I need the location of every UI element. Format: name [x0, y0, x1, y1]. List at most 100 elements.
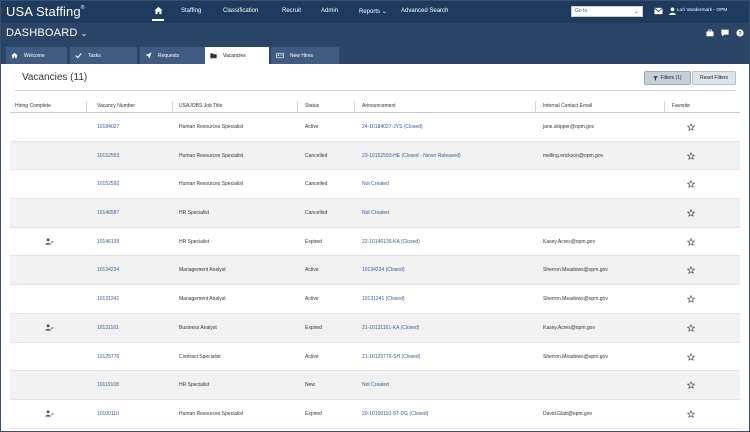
- brand-logo[interactable]: USA Staffing®: [6, 4, 84, 19]
- home-icon: [11, 52, 18, 59]
- star-icon[interactable]: [687, 209, 695, 217]
- status-cell: Active: [305, 296, 319, 303]
- star-icon[interactable]: [687, 266, 695, 275]
- vacancy-number-link[interactable]: 10184027: [97, 124, 119, 130]
- announcement-link[interactable]: 21-10125776-SH (Closed): [362, 354, 420, 360]
- nav-advanced-search[interactable]: Advanced Search: [401, 8, 448, 14]
- help-icon[interactable]: ?: [736, 29, 744, 37]
- tab-tasks[interactable]: Tasks: [70, 47, 137, 64]
- job-title-cell: HR Specialist: [179, 382, 210, 389]
- user-icon[interactable]: [668, 7, 677, 15]
- column-header-status[interactable]: Status: [305, 103, 319, 109]
- dashboard-title[interactable]: DASHBOARD ⌄: [6, 27, 88, 39]
- hired-person-icon: [45, 324, 54, 331]
- hired-person-icon: [45, 410, 54, 417]
- status-cell: Cancelled: [305, 152, 328, 159]
- vacancy-number-link[interactable]: 10152592: [97, 181, 119, 187]
- star-icon[interactable]: [687, 352, 695, 361]
- vacancy-number-link[interactable]: 10131161: [97, 325, 119, 331]
- column-divider: [354, 101, 355, 113]
- contact-email-cell: melling.erickson@opm.gov: [543, 152, 604, 159]
- reset-filters-button[interactable]: Reset Filters: [692, 71, 736, 85]
- vacancy-number-link[interactable]: 10146587: [97, 210, 119, 216]
- table-row: 10100110 Human Resources Specialist Expire…: [10, 400, 740, 429]
- nav-reports[interactable]: Reports ⌄: [359, 8, 387, 15]
- column-header-favorite[interactable]: Favorite: [672, 103, 690, 109]
- send-icon: [145, 52, 152, 59]
- status-cell: Expired: [305, 324, 322, 331]
- tab-new-hires[interactable]: New Hires: [271, 47, 339, 64]
- column-divider: [664, 101, 665, 113]
- status-cell: Active: [305, 353, 319, 360]
- star-icon[interactable]: [687, 381, 695, 390]
- vacancy-number-link[interactable]: 10134234: [97, 267, 119, 273]
- divider: [15, 90, 736, 91]
- page-title: Vacancies (11): [22, 72, 88, 83]
- nav-classification[interactable]: Classification: [223, 8, 258, 14]
- home-icon[interactable]: [154, 6, 163, 15]
- nav-admin[interactable]: Admin: [321, 8, 338, 14]
- nav-staffing[interactable]: Staffing: [181, 8, 201, 14]
- vacancy-number-link[interactable]: 10125776: [97, 354, 119, 360]
- tab-vacancies[interactable]: Vacancies: [205, 47, 269, 64]
- announcement-link[interactable]: 10131241 (Closed): [362, 296, 405, 302]
- job-title-cell: Management Analyst: [179, 296, 226, 303]
- nav-recruit[interactable]: Recruit: [282, 8, 301, 14]
- announcement-link[interactable]: 10134234 (Closed): [362, 267, 405, 273]
- job-title-cell: Human Resources Specialist: [179, 152, 244, 159]
- table-row: 10152592 Human Resources Specialist Cancel…: [10, 170, 740, 200]
- contact-email-cell: Sherron.Meadows@opm.gov: [543, 353, 608, 360]
- star-icon[interactable]: [687, 123, 695, 131]
- star-icon[interactable]: [687, 237, 695, 246]
- mail-icon[interactable]: [654, 7, 663, 15]
- job-title-cell: HR Specialist: [179, 210, 210, 217]
- vacancy-number-link[interactable]: 10100110: [97, 411, 119, 417]
- job-title-cell: Business Analyst: [179, 324, 217, 331]
- status-cell: New: [305, 382, 316, 389]
- announcement-link[interactable]: Not Created: [362, 210, 389, 216]
- column-header-vacancy-number[interactable]: Vacancy Number: [97, 103, 135, 109]
- announcement-link[interactable]: Not Created: [362, 382, 389, 388]
- star-icon[interactable]: [687, 323, 695, 332]
- table-row: 10152593 Human Resources Specialist Cancel…: [10, 141, 740, 171]
- star-icon[interactable]: [687, 409, 695, 418]
- column-header-contact-email[interactable]: Internal Contact Email: [543, 103, 592, 109]
- job-title-cell: HR Specialist: [179, 238, 210, 245]
- contact-email-cell: Kasey.Acres@opm.gov: [543, 238, 595, 245]
- hired-person-icon: [45, 238, 54, 245]
- column-divider: [535, 101, 536, 113]
- announcement-link[interactable]: 22-10146135-KA (Closed): [362, 239, 420, 245]
- chat-icon[interactable]: [721, 29, 729, 37]
- contact-email-cell: Kasey.Acres@opm.gov: [543, 324, 595, 331]
- announcement-link[interactable]: 20-10100110-ST-DG (Closed): [362, 411, 428, 417]
- vacancy-number-link[interactable]: 10131241: [97, 296, 119, 302]
- filter-icon: [653, 75, 659, 81]
- go-to-select[interactable]: Go to ⌄: [571, 6, 643, 17]
- contact-email-cell: David.Glatt@opm.gov: [543, 410, 592, 417]
- star-icon[interactable]: [687, 295, 695, 304]
- column-header-hiring-complete[interactable]: Hiring Complete: [15, 103, 51, 109]
- vacancy-number-link[interactable]: 10152593: [97, 153, 119, 159]
- contact-email-cell: Sherron.Meadows@opm.gov: [543, 296, 608, 303]
- table-row: 10131241 Management Analyst Active 10131241…: [10, 285, 740, 314]
- job-title-cell: Contract Specialist: [179, 353, 221, 360]
- announcement-link[interactable]: Not Created: [362, 181, 389, 187]
- vacancy-number-link[interactable]: 10119108: [97, 382, 119, 388]
- vacancy-number-link[interactable]: 10146135: [97, 239, 119, 245]
- filters-button[interactable]: Filters (1): [644, 71, 691, 85]
- column-header-job-title[interactable]: USAJOBS Job Title: [179, 103, 222, 109]
- announcement-link[interactable]: 21-10131161-KA (Closed): [362, 325, 419, 331]
- star-icon[interactable]: [687, 180, 695, 189]
- user-name[interactable]: Lori Vandermark - OPM: [677, 8, 727, 13]
- tab-welcome[interactable]: Welcome: [6, 47, 67, 64]
- folder-icon: [210, 53, 217, 59]
- tab-requests[interactable]: Requests: [140, 47, 205, 64]
- status-cell: Cancelled: [305, 181, 328, 188]
- table-row: 10131161 Business Analyst Expired 21-101311…: [10, 313, 740, 343]
- briefcase-icon[interactable]: [706, 29, 714, 37]
- vacancies-table: Hiring Complete Vacancy Number USAJOBS J…: [10, 101, 740, 429]
- column-header-announcement[interactable]: Announcement: [362, 103, 396, 109]
- announcement-link[interactable]: 24-10184027-JYS (Closed): [362, 124, 423, 130]
- announcement-link[interactable]: 23-10152593-HE (Closed - Never Released): [362, 153, 461, 159]
- star-icon[interactable]: [687, 151, 695, 160]
